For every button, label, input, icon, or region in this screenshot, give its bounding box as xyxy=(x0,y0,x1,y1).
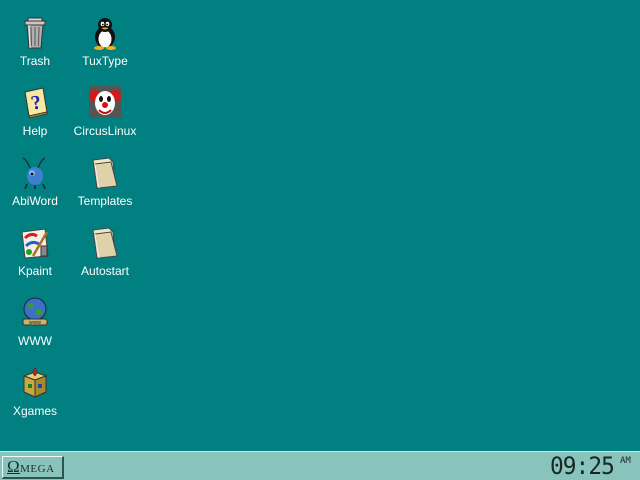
desktop-icon-label: CircusLinux xyxy=(73,124,137,138)
start-button-omega: Ω xyxy=(7,457,21,476)
desktop-icon-templates[interactable]: Templates xyxy=(70,156,140,218)
desktop: Trash TuxType ? Help CircusLinux AbiWord… xyxy=(0,0,640,451)
clock[interactable]: 09:25 AM xyxy=(548,452,638,480)
desktop-icon-circuslinux[interactable]: CircusLinux xyxy=(70,86,140,148)
desktop-icon-label: Xgames xyxy=(12,404,58,418)
taskbar: ΩMEGA 09:25 AM xyxy=(0,451,640,480)
start-button-label: MEGA xyxy=(20,463,55,475)
desktop-icon-help[interactable]: ? Help xyxy=(0,86,70,148)
clown-icon xyxy=(89,86,121,118)
desktop-icon-label: Autostart xyxy=(80,264,130,278)
games-box-icon xyxy=(22,367,48,398)
clock-ampm: AM xyxy=(620,456,631,466)
start-button[interactable]: ΩMEGA xyxy=(2,456,64,479)
desktop-icon-kpaint[interactable]: Kpaint xyxy=(0,226,70,288)
folder-icon xyxy=(92,157,118,189)
trash-icon xyxy=(24,17,46,49)
svg-text:www: www xyxy=(29,320,41,326)
desktop-icon-xgames[interactable]: Xgames xyxy=(0,366,70,428)
desktop-icon-label: WWW xyxy=(18,334,52,348)
desktop-icon-tuxtype[interactable]: TuxType xyxy=(70,16,140,78)
desktop-icon-trash[interactable]: Trash xyxy=(0,16,70,78)
desktop-icon-www[interactable]: www WWW xyxy=(0,296,70,358)
paint-icon xyxy=(21,228,49,259)
folder-icon xyxy=(92,227,118,259)
ant-icon xyxy=(22,157,46,190)
clock-time: 09:25 xyxy=(550,452,615,480)
penguin-icon xyxy=(94,18,116,50)
desktop-icon-label: TuxType xyxy=(82,54,128,68)
globe-icon: www xyxy=(22,297,48,326)
help-icon: ? xyxy=(24,87,48,119)
desktop-icon-abiword[interactable]: AbiWord xyxy=(0,156,70,218)
desktop-icon-label: Templates xyxy=(77,194,133,208)
desktop-icon-autostart[interactable]: Autostart xyxy=(70,226,140,288)
